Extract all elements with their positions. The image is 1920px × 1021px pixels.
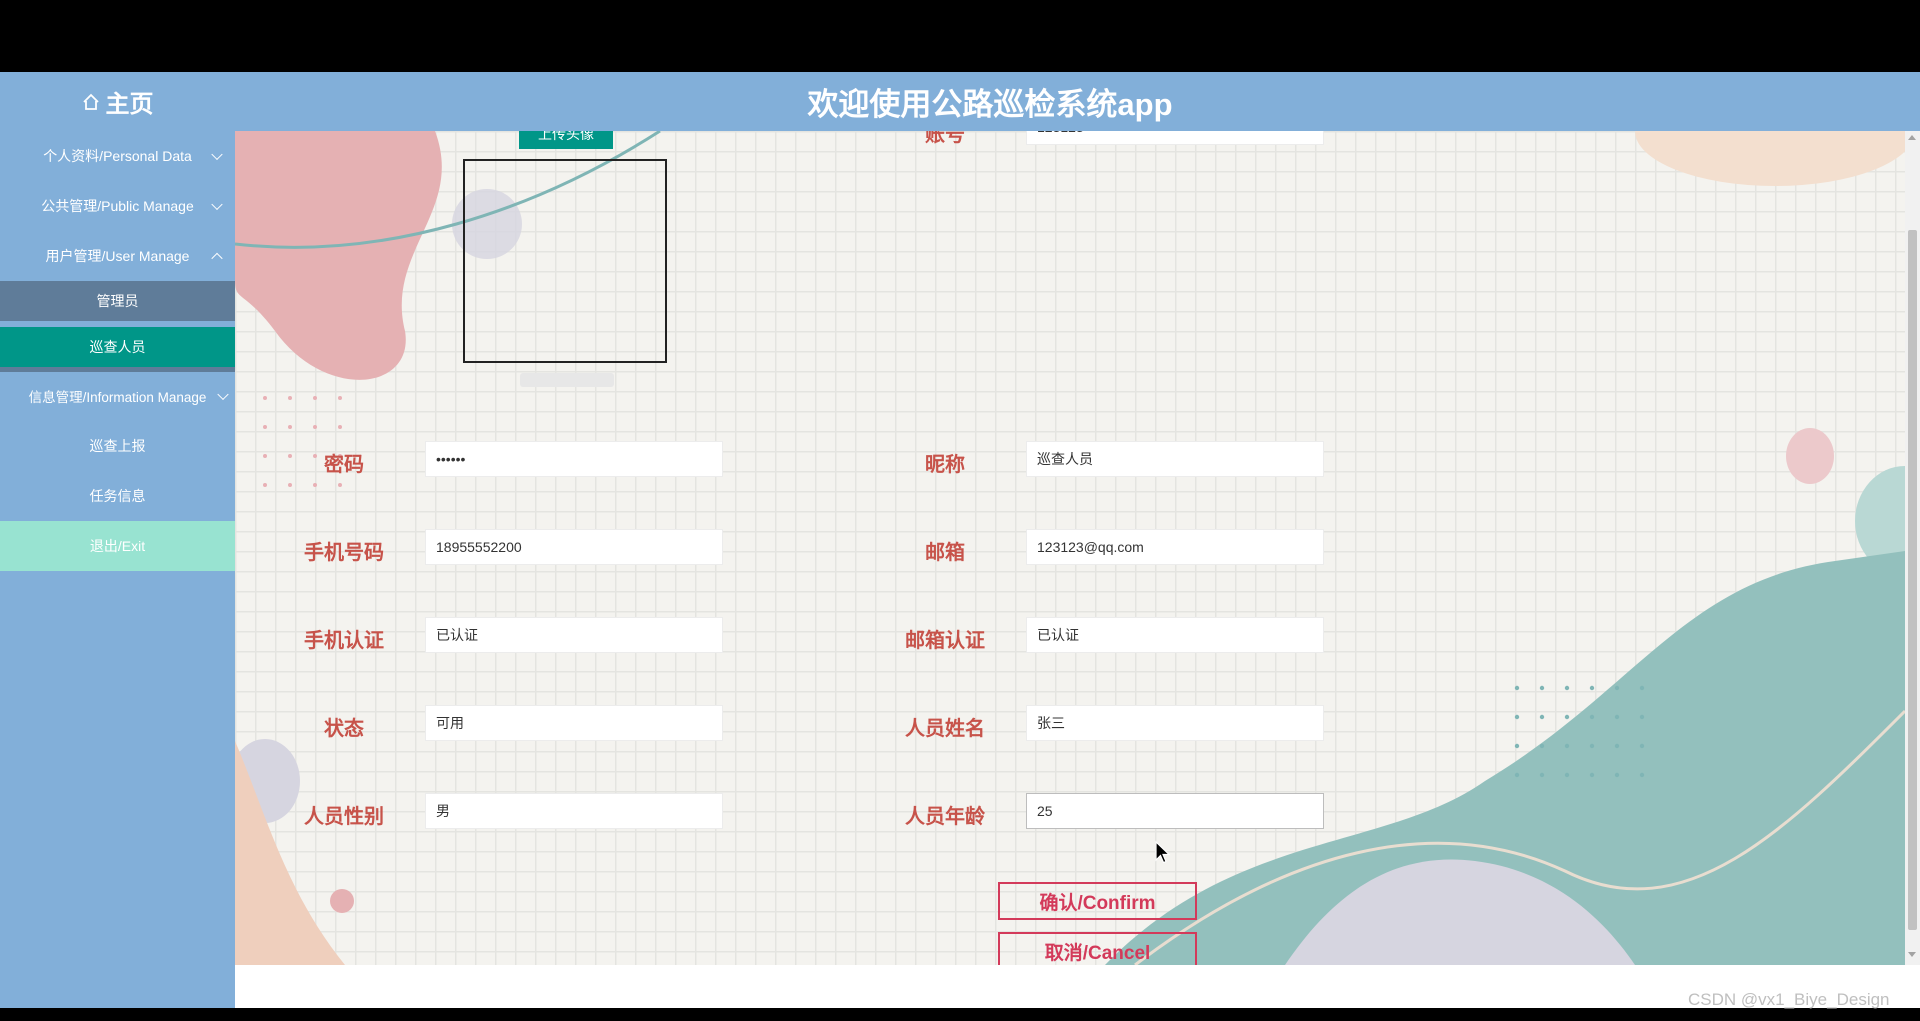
app-title: 欢迎使用公路巡检系统app <box>235 72 1920 131</box>
avatar-caption-placeholder <box>520 373 614 387</box>
gender-label: 人员性别 <box>304 806 384 828</box>
sidebar-item-label: 退出/Exit <box>89 538 146 554</box>
name-input[interactable]: 张三 <box>1026 705 1324 741</box>
scrollbar-thumb[interactable] <box>1908 230 1917 930</box>
chevron-down-icon <box>211 198 223 211</box>
sidebar-item-user-manage[interactable]: 用户管理/User Manage <box>0 231 235 281</box>
nickname-input[interactable]: 巡查人员 <box>1026 441 1324 477</box>
password-input[interactable]: •••••• <box>425 441 723 477</box>
chevron-down-icon <box>211 148 223 161</box>
chevron-up-icon <box>211 252 223 265</box>
status-input[interactable]: 可用 <box>425 705 723 741</box>
account-label: 账号 <box>925 131 965 146</box>
sidebar-item-personal-data[interactable]: 个人资料/Personal Data <box>0 131 235 181</box>
upload-avatar-button[interactable]: 上传头像 <box>519 131 613 149</box>
cancel-button[interactable]: 取消/Cancel <box>998 932 1197 965</box>
sidebar: 个人资料/Personal Data 公共管理/Public Manage 用户… <box>0 131 235 1008</box>
sidebar-item-label: 公共管理/Public Manage <box>41 198 194 214</box>
phone-input[interactable]: 18955552200 <box>425 529 723 565</box>
avatar-preview <box>463 159 667 363</box>
phone-label: 手机号码 <box>304 542 384 564</box>
sidebar-item-inspection-report[interactable]: 巡查上报 <box>0 421 235 471</box>
chevron-down-icon <box>217 388 229 401</box>
email-verify-input[interactable]: 已认证 <box>1026 617 1324 653</box>
scroll-down-arrow-icon[interactable] <box>1908 952 1916 957</box>
submenu-item-admin[interactable]: 管理员 <box>0 281 235 321</box>
email-input[interactable]: 123123@qq.com <box>1026 529 1324 565</box>
phone-verify-label: 手机认证 <box>304 630 384 652</box>
submenu-item-label: 管理员 <box>96 293 139 309</box>
home-label: 主页 <box>105 91 154 118</box>
sidebar-item-label: 巡查上报 <box>89 438 146 454</box>
age-label: 人员年龄 <box>905 806 985 828</box>
mouse-cursor-icon <box>1155 841 1171 864</box>
submenu-item-inspector[interactable]: 巡查人员 <box>0 327 235 367</box>
sidebar-item-exit[interactable]: 退出/Exit <box>0 521 235 571</box>
sidebar-item-label: 个人资料/Personal Data <box>43 148 192 164</box>
nickname-label: 昵称 <box>925 454 965 476</box>
sidebar-item-information-manage[interactable]: 信息管理/Information Manage <box>0 371 235 421</box>
submenu-item-label: 巡查人员 <box>89 339 146 355</box>
confirm-button[interactable]: 确认/Confirm <box>998 882 1197 920</box>
email-label: 邮箱 <box>925 542 965 564</box>
password-label: 密码 <box>324 454 364 476</box>
sidebar-item-public-manage[interactable]: 公共管理/Public Manage <box>0 181 235 231</box>
app-title-text: 欢迎使用公路巡检系统app <box>807 87 1173 122</box>
page-footer-area <box>235 965 1920 1008</box>
account-input[interactable]: 123123 <box>1026 131 1324 145</box>
scroll-up-arrow-icon[interactable] <box>1908 135 1916 140</box>
name-label: 人员姓名 <box>905 718 985 740</box>
email-verify-label: 邮箱认证 <box>905 630 985 652</box>
home-icon <box>82 93 99 110</box>
home-link[interactable]: 主页 <box>0 72 235 131</box>
watermark: CSDN @vx1_Biye_Design <box>1688 990 1890 1009</box>
sidebar-item-label: 任务信息 <box>89 488 146 504</box>
sidebar-item-label: 用户管理/User Manage <box>45 248 190 264</box>
gender-input[interactable]: 男 <box>425 793 723 829</box>
status-label: 状态 <box>324 718 364 740</box>
sidebar-item-label: 信息管理/Information Manage <box>28 390 207 405</box>
sidebar-item-task-info[interactable]: 任务信息 <box>0 471 235 521</box>
phone-verify-input[interactable]: 已认证 <box>425 617 723 653</box>
age-input[interactable]: 25 <box>1026 793 1324 829</box>
form-panel: 上传头像 账号 123123 密码 •••••• 昵称 巡查人员 手机号码 18… <box>235 131 1905 965</box>
